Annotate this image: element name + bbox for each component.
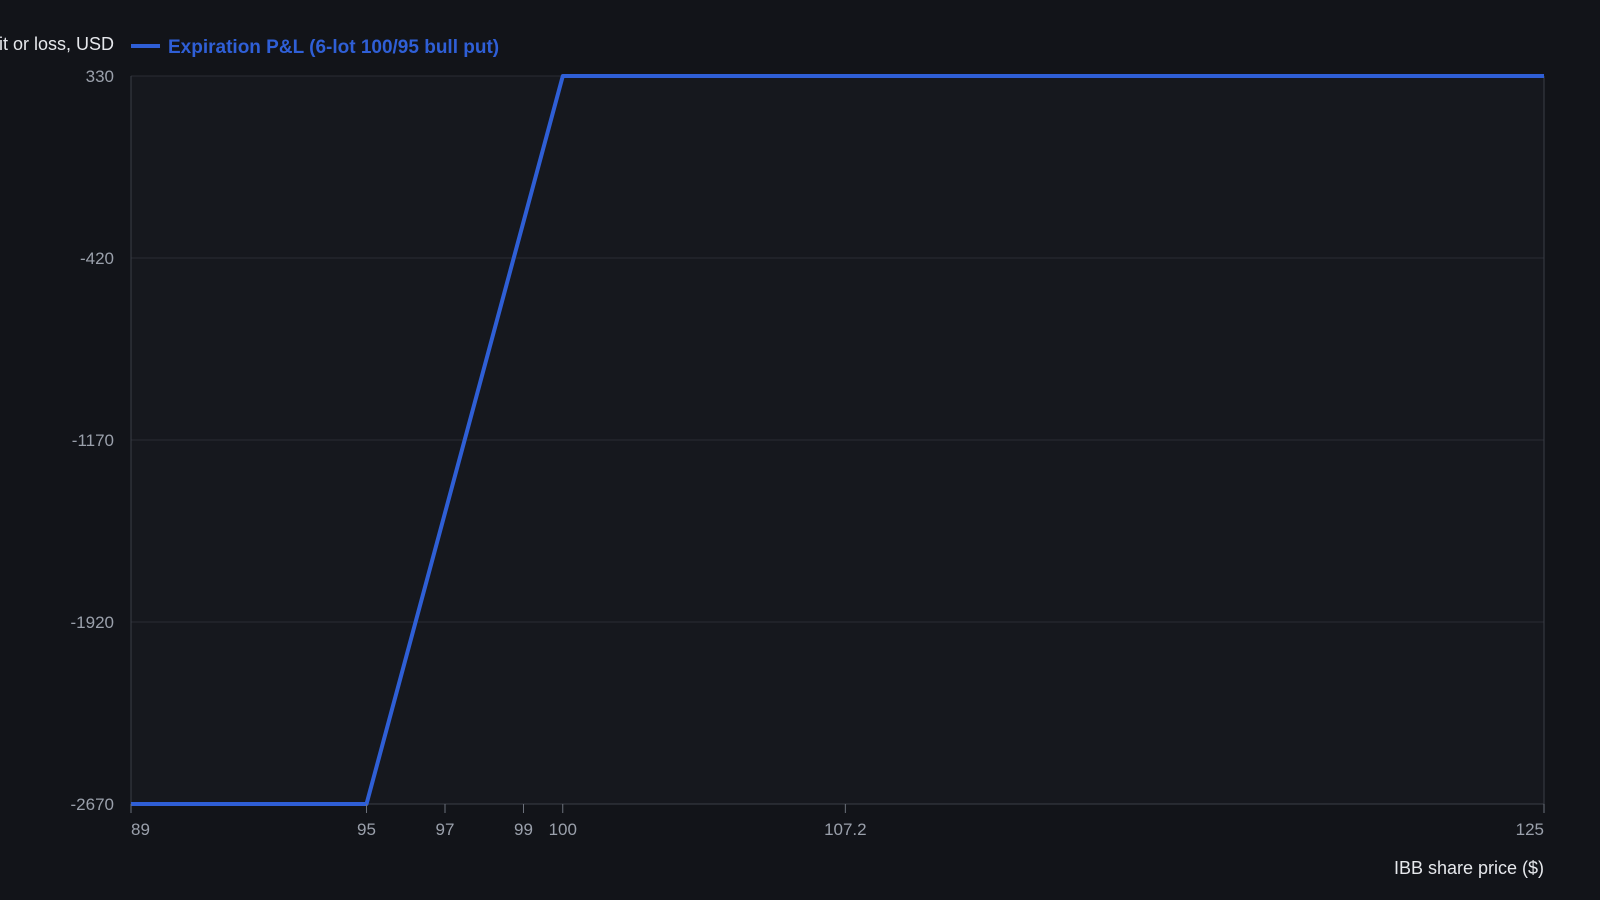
x-tick-label: 107.2 (824, 820, 867, 839)
x-tick-label: 100 (549, 820, 577, 839)
x-tick-label: 97 (436, 820, 455, 839)
pnl-line-chart: 89 95 97 99 100 107.2 125 330 -420 -1170 -1920 -267… (0, 34, 1545, 878)
y-tick-label: -420 (80, 249, 114, 268)
x-axis-title: IBB share price ($) (1394, 858, 1544, 878)
legend: Expiration P&L (6-lot 100/95 bull put) (131, 37, 499, 58)
y-tick-label: 330 (86, 67, 114, 86)
chart-container: 89 95 97 99 100 107.2 125 330 -420 -1170 -1920 -267… (0, 0, 1600, 900)
y-tick-label: -1920 (71, 613, 114, 632)
x-tick-label: 99 (514, 820, 533, 839)
y-tick-label: -2670 (71, 795, 114, 814)
x-tick-label: 89 (131, 820, 150, 839)
y-tick-label: -1170 (72, 431, 114, 450)
y-axis-title: Profit or loss, USD (0, 34, 114, 54)
legend-label: Expiration P&L (6-lot 100/95 bull put) (168, 37, 499, 58)
x-tick-label: 95 (357, 820, 376, 839)
x-tick-label: 125 (1516, 820, 1544, 839)
